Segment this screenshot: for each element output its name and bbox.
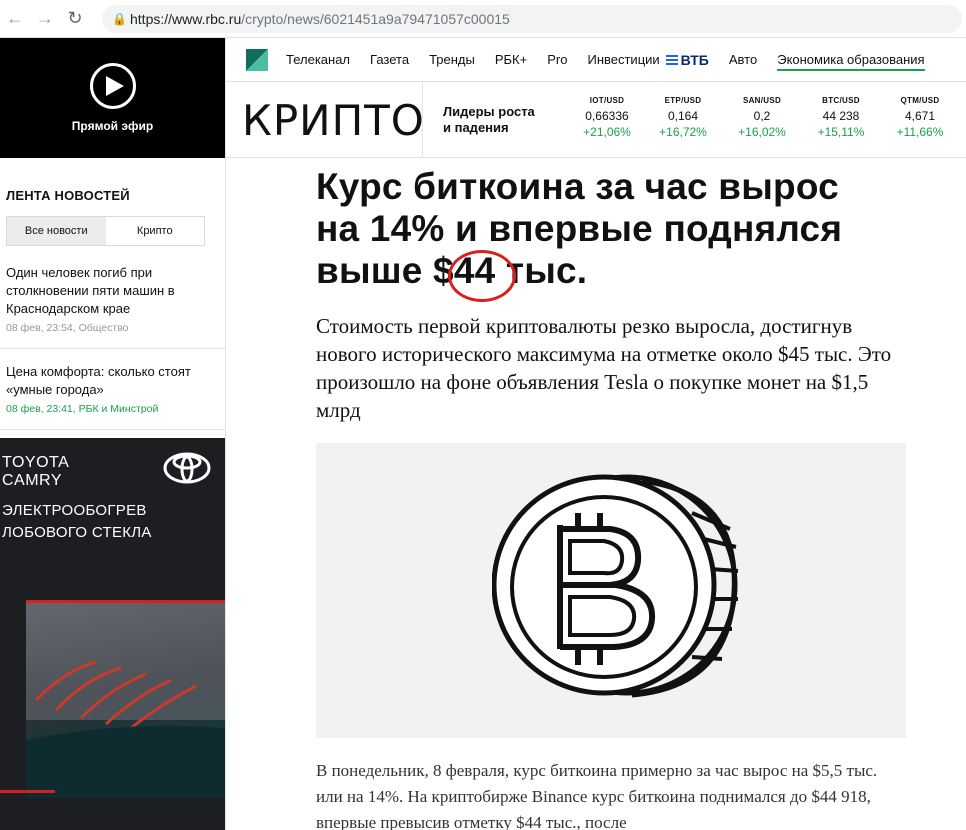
nav-item-auto[interactable]: Авто bbox=[729, 52, 757, 67]
ticker[interactable]: SAN/USD 0,2 +16,02% bbox=[727, 96, 797, 139]
news-feed-tabs: Все новости Крипто bbox=[6, 216, 205, 246]
ad-brand-line1: TOYOTA bbox=[2, 454, 70, 471]
ad-accent-line bbox=[0, 790, 55, 793]
news-item[interactable]: Один человек погиб при столкновении пяти… bbox=[0, 250, 225, 349]
ticker-pair: IOT/USD bbox=[589, 96, 625, 105]
ticker[interactable]: QTM/USD 4,671 +11,66% bbox=[885, 96, 955, 139]
ticker[interactable]: BTC/USD 44 238 +15,11% bbox=[806, 96, 876, 139]
nav-item-education-economics[interactable]: Экономика образования bbox=[777, 52, 925, 71]
ad-car-image bbox=[26, 600, 225, 798]
nav-item-trends[interactable]: Тренды bbox=[429, 52, 475, 67]
ticker-change: +21,06% bbox=[583, 125, 631, 139]
ticker-change: +16,02% bbox=[738, 125, 786, 139]
play-icon[interactable] bbox=[89, 63, 136, 109]
news-item-meta: 08 фев, 23:54, Общество bbox=[6, 322, 129, 334]
nav-item-newspaper[interactable]: Газета bbox=[370, 52, 409, 67]
ticker-value: 44 238 bbox=[822, 109, 860, 123]
ticker-value: 0,66336 bbox=[585, 109, 629, 123]
ad-text-line2: ЛОБОВОГО СТЕКЛА bbox=[2, 524, 152, 541]
leaders-label-line1: Лидеры роста bbox=[443, 104, 535, 119]
left-column: Прямой эфир ЛЕНТА НОВОСТЕЙ Все новости К… bbox=[0, 38, 226, 830]
ticker-value: 0,164 bbox=[667, 109, 699, 123]
forward-icon[interactable]: → bbox=[30, 4, 60, 34]
news-feed-title: ЛЕНТА НОВОСТЕЙ bbox=[6, 188, 130, 203]
toyota-logo-icon bbox=[163, 452, 211, 489]
news-item[interactable]: Цена комфорта: сколько стоят «умные горо… bbox=[0, 349, 225, 430]
vtb-logo-icon bbox=[665, 54, 678, 65]
tab-crypto[interactable]: Крипто bbox=[106, 217, 205, 245]
headline-circled-number: 44 bbox=[447, 250, 516, 302]
top-navigation: Телеканал Газета Тренды РБК+ Pro Инвести… bbox=[226, 38, 966, 82]
nav-item-tv[interactable]: Телеканал bbox=[286, 52, 350, 67]
article-body: В понедельник, 8 февраля, курс биткоина … bbox=[316, 761, 878, 830]
leaders-label: Лидеры роста и падения bbox=[443, 104, 535, 136]
reload-icon[interactable]: ↻ bbox=[60, 4, 90, 34]
nav-item-investments[interactable]: Инвестиции ВТБ bbox=[587, 52, 708, 68]
ticker-change: +11,66% bbox=[896, 125, 944, 139]
ad-text-line1: ЭЛЕКТРООБОГРЕВ bbox=[2, 502, 147, 519]
ticker-pair: BTC/USD bbox=[822, 96, 860, 105]
section-title[interactable]: КРИПТО bbox=[242, 96, 425, 145]
ad-accent-line bbox=[26, 600, 225, 603]
bitcoin-coin-icon bbox=[492, 474, 739, 698]
lock-icon: 🔒 bbox=[112, 11, 127, 26]
article-headline: Курс биткоина за час вырос на 14% и впер… bbox=[316, 166, 876, 302]
news-item-meta: 08 фев, 23:41, РБК и Минстрой bbox=[6, 403, 159, 415]
article-image bbox=[316, 443, 906, 738]
leaders-label-line2: и падения bbox=[443, 120, 509, 135]
ticker-pair: SAN/USD bbox=[742, 96, 782, 105]
url-domain: https://www.rbc.ru bbox=[130, 10, 242, 27]
ticker[interactable]: IOT/USD 0,66336 +21,06% bbox=[572, 96, 642, 139]
vtb-logo: ВТБ bbox=[665, 51, 709, 68]
ticker-pair: ETP/USD bbox=[664, 96, 702, 105]
news-item-title[interactable]: Один человек погиб при столкновении пяти… bbox=[6, 264, 219, 318]
ticker-change: +16,72% bbox=[659, 125, 707, 139]
ticker[interactable]: ETP/USD 0,164 +16,72% bbox=[648, 96, 718, 139]
url-path: /crypto/news/6021451a9a79471057c00015 bbox=[241, 10, 510, 27]
ad-text: ЭЛЕКТРООБОГРЕВ ЛОБОВОГО СТЕКЛА bbox=[2, 500, 152, 544]
live-stream-block[interactable]: Прямой эфир bbox=[0, 38, 225, 158]
ticker-value: 0,2 bbox=[753, 109, 771, 123]
address-bar[interactable]: 🔒 https://www.rbc.ru/crypto/news/6021451… bbox=[102, 4, 962, 33]
ad-brand-line2: CAMRY bbox=[2, 472, 62, 489]
ticker-pair: QTM/USD bbox=[900, 96, 940, 105]
rbc-logo-icon[interactable] bbox=[246, 48, 268, 71]
live-stream-label: Прямой эфир bbox=[71, 119, 154, 133]
header-divider bbox=[422, 82, 423, 158]
toyota-ad-banner[interactable]: TOYOTA CAMRY ЭЛЕКТРООБОГРЕВ ЛОБОВОГО СТЕ… bbox=[0, 438, 225, 830]
ticker-value: 4,671 bbox=[904, 109, 936, 123]
browser-toolbar: ← → ↻ 🔒 https://www.rbc.ru/crypto/news/6… bbox=[0, 0, 966, 38]
tab-all-news[interactable]: Все новости bbox=[7, 217, 106, 245]
back-icon[interactable]: ← bbox=[0, 4, 30, 34]
crypto-section-header: КРИПТО Лидеры роста и падения IOT/USD 0,… bbox=[226, 82, 966, 158]
nav-item-pro[interactable]: Pro bbox=[547, 52, 567, 67]
vtb-logo-text: ВТБ bbox=[680, 51, 709, 68]
article-subtitle: Стоимость первой криптовалюты резко выро… bbox=[316, 314, 892, 422]
ticker-change: +15,11% bbox=[817, 125, 865, 139]
ad-brand: TOYOTA CAMRY bbox=[2, 454, 69, 490]
news-item-title[interactable]: Цена комфорта: сколько стоят «умные горо… bbox=[6, 363, 219, 399]
nav-item-rbc-plus[interactable]: РБК+ bbox=[495, 52, 527, 67]
nav-item-investments-label: Инвестиции bbox=[587, 52, 660, 67]
